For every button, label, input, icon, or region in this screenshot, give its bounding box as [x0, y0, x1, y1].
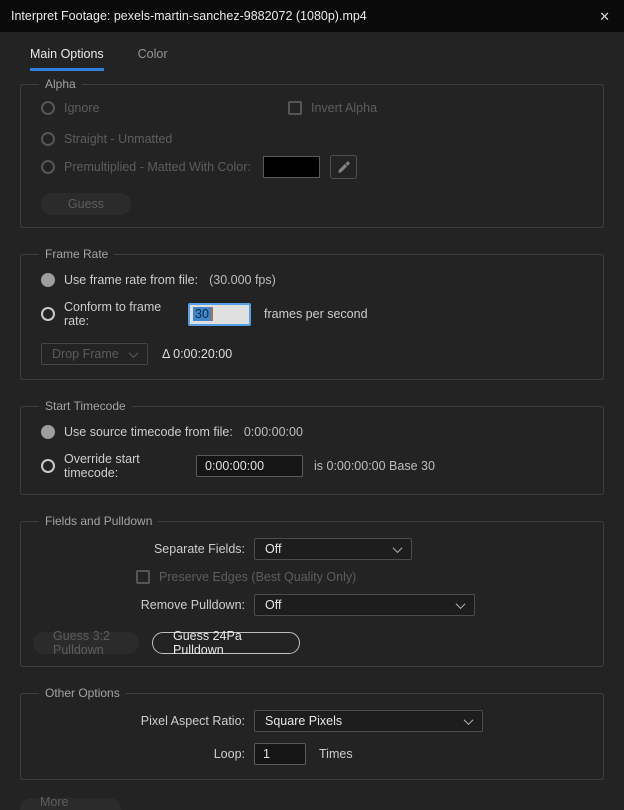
guess-button: Guess [41, 193, 131, 215]
loop-times-label: Times [319, 747, 353, 761]
radio-premultiplied-label: Premultiplied - Matted With Color: [64, 160, 251, 174]
window-title: Interpret Footage: pexels-martin-sanchez… [11, 9, 367, 23]
interpret-footage-dialog: Interpret Footage: pexels-martin-sanchez… [0, 0, 624, 810]
radio-premultiplied [41, 160, 55, 174]
group-start-timecode-legend: Start Timecode [45, 399, 126, 413]
select-drop-frame-value: Drop Frame [52, 347, 119, 361]
group-alpha-legend: Alpha [45, 77, 76, 91]
more-options-button: More Options... [20, 795, 121, 810]
source-timecode-value: 0:00:00:00 [243, 425, 303, 439]
group-alpha: Alpha Ignore Invert Alpha Straight - Unm… [20, 77, 604, 228]
checkbox-invert-alpha [288, 101, 302, 115]
chevron-down-icon [128, 347, 139, 358]
checkbox-preserve-edges-label: Preserve Edges (Best Quality Only) [159, 570, 357, 584]
tab-color[interactable]: Color [138, 47, 168, 71]
radio-conform-label: Conform to frame rate: [64, 300, 162, 328]
duration-delta-label: Δ 0:00:20:00 [162, 347, 233, 361]
tab-main-options[interactable]: Main Options [30, 47, 104, 71]
group-other-options-legend: Other Options [45, 686, 120, 700]
group-other-options: Other Options Pixel Aspect Ratio: Square… [20, 686, 604, 780]
close-icon[interactable]: ✕ [599, 10, 610, 23]
override-is-value: is 0:00:00:00 Base 30 [314, 459, 435, 473]
tab-bar: Main Options Color [30, 47, 604, 71]
chevron-down-icon [392, 542, 403, 553]
pixel-aspect-ratio-label: Pixel Aspect Ratio: [140, 714, 245, 728]
text-caret [210, 307, 213, 321]
group-start-timecode: Start Timecode Use source timecode from … [20, 399, 604, 495]
select-remove-pulldown-value: Off [265, 598, 282, 612]
group-fields-pulldown: Fields and Pulldown Separate Fields: Off… [20, 514, 604, 667]
guess-24pa-pulldown-button[interactable]: Guess 24Pa Pulldown [152, 629, 300, 657]
radio-conform[interactable] [41, 307, 55, 321]
radio-ignore-label: Ignore [64, 101, 100, 115]
radio-straight-label: Straight - Unmatted [64, 132, 173, 146]
select-separate-fields-value: Off [265, 542, 282, 556]
checkbox-invert-alpha-label: Invert Alpha [311, 101, 378, 115]
radio-use-source-timecode[interactable] [41, 425, 55, 439]
chevron-down-icon [463, 714, 474, 725]
guess-32-pulldown-button: Guess 3:2 Pulldown [33, 629, 139, 657]
radio-ignore [41, 101, 55, 115]
remove-pulldown-label: Remove Pulldown: [140, 598, 245, 612]
fps-suffix-label: frames per second [264, 307, 368, 321]
select-remove-pulldown[interactable]: Off [254, 594, 475, 616]
separate-fields-label: Separate Fields: [153, 542, 245, 556]
select-pixel-aspect-ratio[interactable]: Square Pixels [254, 710, 483, 732]
radio-straight [41, 132, 55, 146]
group-fields-pulldown-legend: Fields and Pulldown [45, 514, 153, 528]
group-frame-rate-legend: Frame Rate [45, 247, 109, 261]
select-pixel-aspect-ratio-value: Square Pixels [265, 714, 343, 728]
radio-use-source-timecode-label: Use source timecode from file: [64, 425, 233, 439]
eyedropper-icon [338, 161, 350, 173]
loop-input[interactable]: 1 [254, 743, 306, 765]
radio-override-timecode[interactable] [41, 459, 55, 473]
loop-label: Loop: [213, 747, 245, 761]
radio-use-frame-rate[interactable] [41, 273, 55, 287]
override-timecode-input[interactable]: 0:00:00:00 [196, 455, 303, 477]
file-fps-value: (30.000 fps) [209, 273, 276, 287]
eyedropper-button [329, 155, 357, 179]
window-titlebar: Interpret Footage: pexels-martin-sanchez… [0, 0, 624, 32]
radio-use-frame-rate-label: Use frame rate from file: [64, 273, 199, 287]
checkbox-preserve-edges [136, 570, 150, 584]
select-drop-frame: Drop Frame [41, 343, 148, 365]
select-separate-fields[interactable]: Off [254, 538, 412, 560]
group-frame-rate: Frame Rate Use frame rate from file: (30… [20, 247, 604, 380]
conform-frame-rate-value: 30 [193, 307, 211, 321]
radio-override-timecode-label: Override start timecode: [64, 452, 140, 480]
matte-color-swatch [262, 156, 320, 178]
chevron-down-icon [455, 598, 466, 609]
conform-frame-rate-input[interactable]: 30 [188, 302, 251, 326]
